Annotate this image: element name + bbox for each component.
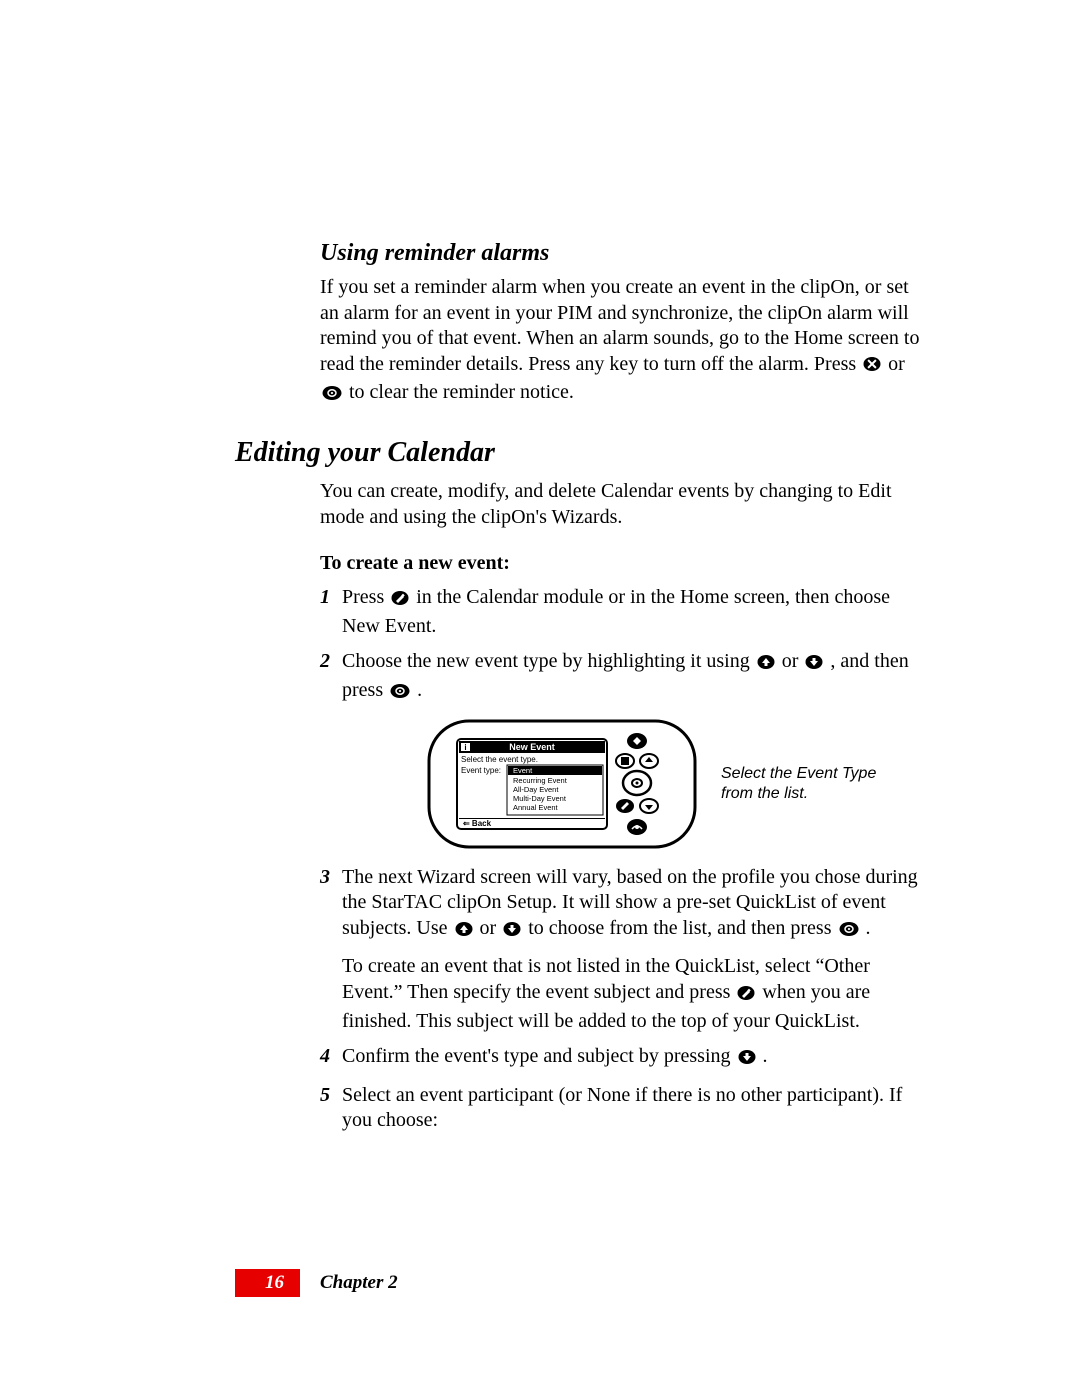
diamond-icon [863,355,881,381]
step-3: 3 The next Wizard screen will vary, base… [320,865,930,1035]
screen-title: New Event [509,742,555,752]
svg-text:i: i [464,743,466,752]
chapter-label: Chapter 2 [320,1272,398,1294]
step-5: 5 Select an event participant (or None i… [320,1083,930,1134]
manual-page: Using reminder alarms If you set a remin… [0,0,1080,1397]
arrow-down-icon [503,919,521,945]
opt-annual: Annual Event [513,803,559,812]
text: or [888,353,905,375]
step-number: 1 [320,585,330,611]
pencil-icon [391,588,409,614]
text: Select an event participant (or None if … [342,1084,902,1132]
step-1: 1 Press in the Calendar module or in the… [320,585,930,639]
arrow-up-icon [455,919,473,945]
text: . [417,679,422,701]
device-figure: New Event i Select the event type. Event… [427,719,930,849]
text: in the Calendar module or in the Home sc… [342,586,890,637]
section2-intro: You can create, modify, and delete Calen… [320,479,930,530]
screen-label: Event type: [461,766,501,775]
pencil-icon [737,983,755,1009]
subheading-create-event: To create a new event: [320,552,930,575]
text: to clear the reminder notice. [349,381,574,403]
step-number: 2 [320,649,330,675]
opt-event: Event [513,766,533,775]
target-icon [839,919,859,945]
target-icon [322,383,342,409]
opt-recurring: Recurring Event [513,776,568,785]
text: . [866,917,871,939]
section1-body: If you set a reminder alarm when you cre… [320,275,930,409]
text: Press [342,586,389,608]
step-number: 5 [320,1083,330,1109]
arrow-up-icon [757,652,775,678]
text: to choose from the list, and then press [528,917,836,939]
step-number: 3 [320,865,330,891]
opt-multiday: Multi-Day Event [513,794,567,803]
section-heading-reminder: Using reminder alarms [320,240,930,267]
text: You can create, modify, and delete Calen… [320,479,930,530]
text: or [782,650,804,672]
section-heading-editing: Editing your Calendar [235,437,930,469]
steps-list: 1 Press in the Calendar module or in the… [320,585,930,1134]
step-number: 4 [320,1044,330,1070]
device-caption: Select the Event Type from the list. [721,764,881,804]
device-svg: New Event i Select the event type. Event… [427,719,697,849]
arrow-down-icon [805,652,823,678]
target-icon [390,681,410,707]
text: . [763,1045,768,1067]
arrow-down-icon [738,1047,756,1073]
step-2: 2 Choose the new event type by highlight… [320,649,930,848]
text: or [480,917,502,939]
screen-subtitle: Select the event type. [461,755,538,764]
opt-allday: All-Day Event [513,785,559,794]
back-label: ⇐ Back [463,819,492,828]
text: Confirm the event's type and subject by … [342,1045,736,1067]
text: Choose the new event type by highlightin… [342,650,755,672]
text: If you set a reminder alarm when you cre… [320,276,919,375]
step-4: 4 Confirm the event's type and subject b… [320,1044,930,1073]
page-footer: 16 Chapter 2 [235,1269,398,1297]
page-number: 16 [235,1269,300,1297]
